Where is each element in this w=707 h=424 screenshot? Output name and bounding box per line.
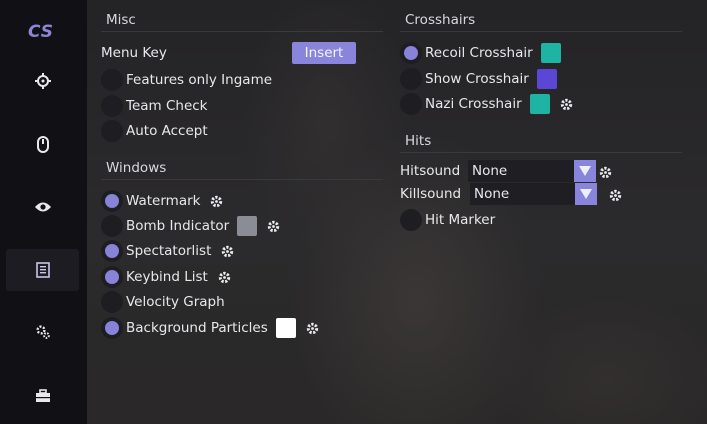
hitsound-dropdown[interactable]: None — [468, 160, 596, 182]
recoil-crosshair-row[interactable]: Recoil Crosshair — [400, 41, 561, 65]
menu-key-label: Menu Key — [101, 45, 167, 61]
hit-marker-row[interactable]: Hit Marker — [400, 208, 495, 232]
watermark-checkbox[interactable] — [101, 190, 123, 212]
windows-divider — [101, 179, 383, 180]
features-only-ingame-label: Features only Ingame — [126, 72, 273, 88]
keybind-list-settings-gear-icon[interactable] — [218, 271, 231, 284]
logo-text: CS — [27, 22, 55, 42]
background-particles-checkbox[interactable] — [101, 317, 123, 339]
document-icon — [35, 262, 50, 278]
bomb-indicator-checkbox[interactable] — [101, 215, 123, 237]
eye-icon — [34, 202, 51, 212]
team-check-row[interactable]: Team Check — [101, 94, 208, 118]
chevron-down-icon[interactable] — [574, 160, 596, 182]
misc-section-title: Misc — [106, 12, 136, 28]
sidebar: CS — [0, 0, 87, 424]
keybind-list-label: Keybind List — [126, 269, 208, 285]
nav-misc[interactable] — [6, 249, 79, 291]
nazi-crosshair-color-swatch[interactable] — [529, 94, 550, 114]
crosshairs-divider — [400, 31, 682, 32]
spectatorlist-checkbox[interactable] — [101, 240, 123, 262]
keybind-list-row[interactable]: Keybind List — [101, 265, 231, 289]
background-particles-color-swatch[interactable] — [275, 318, 296, 338]
auto-accept-label: Auto Accept — [126, 123, 208, 139]
auto-accept-checkbox[interactable] — [101, 120, 123, 142]
recoil-crosshair-label: Recoil Crosshair — [425, 45, 533, 61]
briefcase-icon — [35, 389, 50, 402]
killsound-settings-gear-icon[interactable] — [609, 189, 622, 202]
killsound-value: None — [474, 186, 510, 202]
keybind-list-checkbox[interactable] — [101, 266, 123, 288]
menu-key-button[interactable]: Insert — [292, 42, 356, 64]
velocity-graph-label: Velocity Graph — [126, 294, 225, 310]
team-check-label: Team Check — [126, 98, 208, 114]
spectatorlist-settings-gear-icon[interactable] — [221, 245, 234, 258]
background-particles-label: Background Particles — [126, 320, 268, 336]
nazi-crosshair-row[interactable]: Nazi Crosshair — [400, 92, 573, 116]
show-crosshair-color-swatch[interactable] — [536, 69, 557, 89]
team-check-checkbox[interactable] — [101, 95, 123, 117]
nav-settings[interactable] — [6, 311, 79, 353]
mouse-icon — [36, 135, 49, 153]
killsound-label: Killsound — [400, 186, 462, 202]
nav-triggerbot[interactable] — [6, 123, 79, 165]
velocity-graph-row[interactable]: Velocity Graph — [101, 290, 225, 314]
watermark-settings-gear-icon[interactable] — [210, 195, 223, 208]
chevron-down-icon[interactable] — [575, 183, 597, 205]
hit-marker-checkbox[interactable] — [400, 209, 422, 231]
hitsound-value: None — [472, 163, 508, 179]
auto-accept-row[interactable]: Auto Accept — [101, 119, 208, 143]
nazi-crosshair-label: Nazi Crosshair — [425, 96, 522, 112]
hit-marker-label: Hit Marker — [425, 212, 496, 228]
hits-divider — [400, 152, 682, 153]
bomb-indicator-settings-gear-icon[interactable] — [267, 220, 280, 233]
hitsound-label: Hitsound — [400, 163, 461, 179]
hits-section-title: Hits — [405, 133, 432, 149]
background-particles-row[interactable]: Background Particles — [101, 316, 319, 340]
features-only-ingame-row[interactable]: Features only Ingame — [101, 68, 272, 92]
recoil-crosshair-color-swatch[interactable] — [540, 43, 561, 63]
gears-icon — [35, 325, 50, 339]
nazi-crosshair-settings-gear-icon[interactable] — [560, 98, 573, 111]
nav-aimbot[interactable] — [6, 60, 79, 102]
bomb-indicator-color-swatch[interactable] — [237, 216, 258, 236]
hitsound-settings-gear-icon[interactable] — [599, 166, 612, 179]
recoil-crosshair-checkbox[interactable] — [400, 42, 422, 64]
spectatorlist-label: Spectatorlist — [126, 243, 212, 259]
watermark-label: Watermark — [126, 193, 201, 209]
watermark-row[interactable]: Watermark — [101, 189, 223, 213]
background-particles-settings-gear-icon[interactable] — [306, 322, 319, 335]
killsound-dropdown[interactable]: None — [470, 183, 597, 205]
nav-visuals[interactable] — [6, 186, 79, 228]
spectatorlist-row[interactable]: Spectatorlist — [101, 239, 234, 263]
show-crosshair-checkbox[interactable] — [400, 68, 422, 90]
misc-divider — [101, 31, 383, 32]
bomb-indicator-row[interactable]: Bomb Indicator — [101, 214, 280, 238]
show-crosshair-label: Show Crosshair — [425, 71, 529, 87]
velocity-graph-checkbox[interactable] — [101, 291, 123, 313]
nav-configs[interactable] — [6, 375, 79, 417]
app-logo: CS — [19, 22, 63, 42]
windows-section-title: Windows — [106, 160, 167, 176]
show-crosshair-row[interactable]: Show Crosshair — [400, 67, 557, 91]
content-panel: Misc Menu Key Insert Features only Ingam… — [87, 0, 707, 424]
nazi-crosshair-checkbox[interactable] — [400, 93, 422, 115]
crosshairs-section-title: Crosshairs — [405, 12, 476, 28]
crosshair-icon — [34, 73, 51, 89]
features-only-ingame-checkbox[interactable] — [101, 69, 123, 91]
bomb-indicator-label: Bomb Indicator — [126, 218, 230, 234]
